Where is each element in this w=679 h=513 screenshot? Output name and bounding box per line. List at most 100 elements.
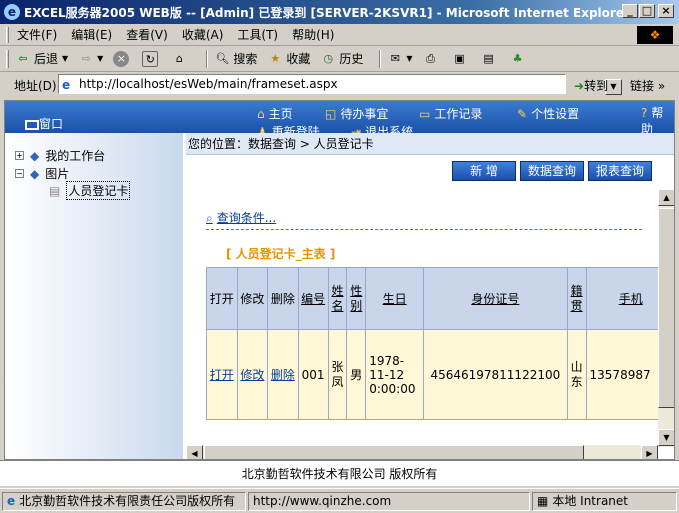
col-header-gender[interactable]: 性别 <box>346 267 367 330</box>
stop-button[interactable]: × <box>113 50 132 67</box>
page-icon: e <box>62 78 71 92</box>
menu-help[interactable]: 帮助(H) <box>292 26 334 43</box>
data-table: 打开 修改 删除 编号 姓名 性别 生日 身份证号 籍贯 手机 打开 修改 删除… <box>206 267 674 420</box>
menu-edit[interactable]: 编辑(E) <box>71 26 112 43</box>
table-header-row: 打开 修改 删除 编号 姓名 性别 生日 身份证号 籍贯 手机 <box>206 267 674 330</box>
close-button[interactable]: × <box>658 4 674 18</box>
window-icon <box>25 119 39 130</box>
window-titlebar: e EXCEL服务器2005 WEB版 -- [Admin] 已登录到 [SER… <box>0 0 679 24</box>
nav-relogin-label: 重新登陆 <box>271 125 320 133</box>
query-conditions-link[interactable]: ⌕ 查询条件... <box>206 209 276 226</box>
col-header-idcard[interactable]: 身份证号 <box>423 267 568 330</box>
col-header-edit: 修改 <box>236 267 269 330</box>
status-bar: e 北京勤哲软件技术有限责任公司版权所有 http://www.qinzhe.co… <box>0 488 679 513</box>
minimize-button[interactable]: _ <box>622 4 638 18</box>
add-button[interactable]: 新 增 <box>452 161 516 181</box>
nav-relogin[interactable]: ♟ 重新登陆 <box>257 123 320 133</box>
table-row: 打开 修改 删除 001 张凤 男 1978-11-12 0:00:00 456… <box>206 329 674 420</box>
status-text: 北京勤哲软件技术有限责任公司版权所有 <box>19 494 236 508</box>
links-label: 链接 <box>630 79 655 93</box>
chevron-down-icon: ▼ <box>406 54 413 63</box>
search-button[interactable]: 🔍︎ 搜索 <box>214 50 257 67</box>
tree-node-pictures[interactable]: − ◆ 图片 <box>15 165 69 182</box>
nav-worklog-label: 工作记录 <box>434 107 483 121</box>
nav-help[interactable]: ? 帮助 <box>641 105 671 133</box>
print-button[interactable]: ⎙ <box>423 51 442 67</box>
report-query-button[interactable]: 报表查询 <box>588 161 652 181</box>
search-label: 搜索 <box>233 52 258 66</box>
forward-button[interactable]: ⇨ ▼ <box>78 51 104 67</box>
nav-home[interactable]: ⌂ 主页 <box>257 105 293 122</box>
back-button[interactable]: ⇦ 后退 ▼ <box>15 50 68 67</box>
search-icon: 🔍︎ <box>215 51 230 65</box>
go-button[interactable]: ➜转到 <box>574 77 608 94</box>
collapse-icon[interactable]: − <box>15 169 24 178</box>
scroll-left-icon[interactable]: ◀ <box>186 445 203 459</box>
ie-logo-icon: e <box>4 4 20 20</box>
folder-icon: ◆ <box>30 166 40 181</box>
hscroll-thumb[interactable] <box>204 445 584 459</box>
nav-window[interactable]: 窗口 <box>25 115 63 132</box>
nav-todo[interactable]: ◱ 待办事宜 <box>325 105 388 122</box>
home-button[interactable]: ⌂ <box>171 51 190 67</box>
history-button[interactable]: ◷ 历史 <box>320 50 364 67</box>
nav-worklog[interactable]: ▭ 工作记录 <box>419 105 482 122</box>
todo-icon: ◱ <box>325 107 337 121</box>
scroll-up-icon[interactable]: ▲ <box>658 189 674 206</box>
data-query-button[interactable]: 数据查询 <box>520 161 584 181</box>
tree-node-workspace[interactable]: + ◆ 我的工作台 <box>15 147 105 164</box>
messenger-button[interactable]: ♣ <box>510 51 529 67</box>
mail-button[interactable]: ✉ ▼ <box>387 51 413 67</box>
col-header-no[interactable]: 编号 <box>297 267 329 330</box>
address-url: http://localhost/esWeb/main/frameset.asp… <box>79 77 338 91</box>
menu-tools[interactable]: 工具(T) <box>237 26 278 43</box>
vertical-scrollbar[interactable]: ▲ ▼ <box>658 189 674 447</box>
back-label: 后退 <box>34 52 59 66</box>
nav-logout[interactable]: ⇥ 退出系统 <box>351 123 413 133</box>
links-button[interactable]: 链接 » <box>630 77 665 94</box>
maximize-button[interactable]: □ <box>639 4 655 18</box>
edit-icon: ▣ <box>454 51 465 65</box>
folder-icon: ◆ <box>30 148 40 163</box>
left-tree-pane: + ◆ 我的工作台 − ◆ 图片 ▤ 人员登记卡 <box>5 133 183 459</box>
settings-icon: ✎ <box>517 107 528 121</box>
refresh-button[interactable]: ↻ <box>142 50 161 67</box>
query-link-label: 查询条件... <box>216 211 277 225</box>
cell-idcard: 45646197811122100 <box>423 329 568 420</box>
nav-settings[interactable]: ✎ 个性设置 <box>517 105 579 122</box>
favorites-icon: ★ <box>270 51 281 65</box>
discuss-icon: ▤ <box>483 51 494 65</box>
scroll-right-icon[interactable]: ▶ <box>641 445 658 459</box>
delete-link[interactable]: 删除 <box>267 329 299 420</box>
nav-home-label: 主页 <box>268 107 293 121</box>
browser-toolbar: ⇦ 后退 ▼ ⇨ ▼ × ↻ ⌂ 🔍︎ 搜索 ★ 收藏 ◷ 历史 ✉ ▼ ⎙ ▣ ▤ ♣ <box>0 46 679 72</box>
toolbar-separator <box>379 49 382 68</box>
expand-icon[interactable]: + <box>15 151 24 160</box>
tree-node-person-card[interactable]: ▤ 人员登记卡 <box>49 181 131 200</box>
menu-bar: 文件(F) 编辑(E) 查看(V) 收藏(A) 工具(T) 帮助(H) <box>0 24 679 46</box>
content-pane: 您的位置：数据查询 > 人员登记卡 新 增 数据查询 报表查询 ⌕ 查询条件...… <box>186 133 674 459</box>
menu-file[interactable]: 文件(F) <box>17 26 57 43</box>
mail-icon: ✉ <box>390 51 400 65</box>
scroll-down-icon[interactable]: ▼ <box>658 429 674 446</box>
forward-arrow-icon: ⇨ <box>81 51 91 65</box>
menu-favorites[interactable]: 收藏(A) <box>182 26 224 43</box>
col-header-origin[interactable]: 籍贯 <box>566 267 587 330</box>
col-header-name[interactable]: 姓名 <box>327 267 348 330</box>
open-link[interactable]: 打开 <box>206 329 238 420</box>
col-header-birthday[interactable]: 生日 <box>365 267 425 330</box>
horizontal-scrollbar[interactable]: ◀ ▶ <box>186 445 658 459</box>
menu-view[interactable]: 查看(V) <box>126 26 168 43</box>
logout-icon: ⇥ <box>351 125 362 133</box>
status-zone-panel: ▦ 本地 Intranet <box>532 492 677 511</box>
favorites-button[interactable]: ★ 收藏 <box>267 50 310 67</box>
scroll-thumb[interactable] <box>658 208 674 408</box>
status-zone: 本地 Intranet <box>552 494 628 508</box>
edit-page-button[interactable]: ▣ <box>452 51 471 67</box>
col-header-open: 打开 <box>206 267 238 330</box>
stop-icon: × <box>113 50 130 67</box>
discuss-button[interactable]: ▤ <box>481 51 500 67</box>
home-icon: ⌂ <box>257 107 265 121</box>
edit-link[interactable]: 修改 <box>236 329 269 420</box>
address-input[interactable]: e http://localhost/esWeb/main/frameset.a… <box>58 74 622 95</box>
